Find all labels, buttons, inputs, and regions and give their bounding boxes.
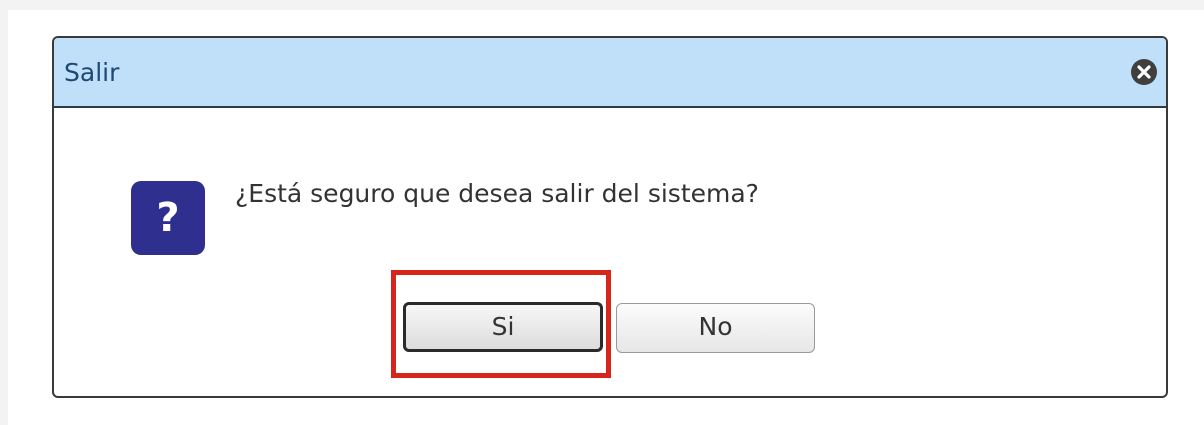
dialog-message: ¿Está seguro que desea salir del sistema…	[235, 179, 759, 208]
exit-dialog: Salir ? ¿Está seguro que desea salir del…	[52, 36, 1168, 398]
no-button[interactable]: No	[616, 303, 815, 353]
close-icon[interactable]	[1130, 58, 1158, 86]
dialog-title: Salir	[64, 58, 120, 87]
yes-button[interactable]: Si	[403, 302, 603, 352]
question-icon: ?	[131, 181, 205, 255]
dialog-titlebar: Salir	[54, 38, 1166, 108]
